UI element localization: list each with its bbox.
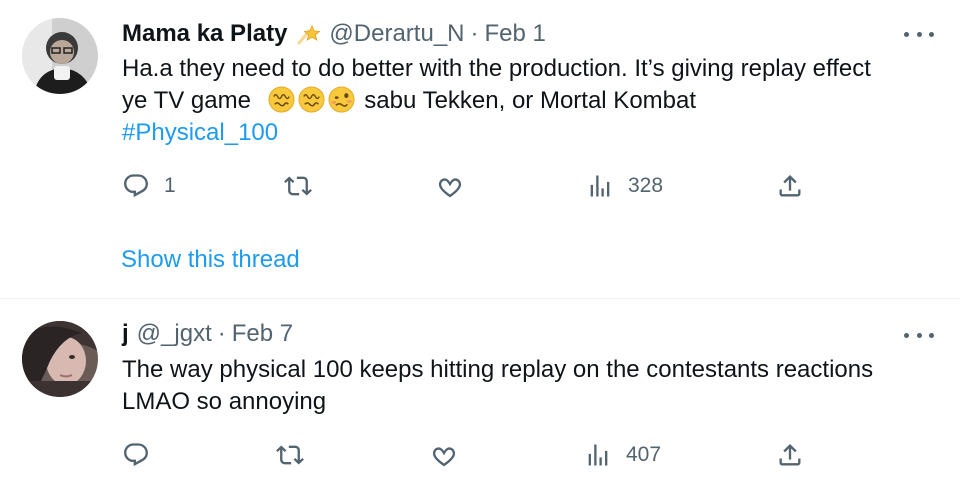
tweet-actions: 407 <box>0 441 960 471</box>
tweet-1[interactable]: Mama ka Platy @Derartu_N · Feb 1 Ha.a th… <box>0 0 960 299</box>
tweet-text: The way physical 100 keeps hitting repla… <box>122 354 942 418</box>
reply-icon <box>124 174 148 198</box>
retweet-button[interactable] <box>284 172 326 200</box>
separator-dot: · <box>470 20 479 47</box>
reply-icon <box>124 443 148 467</box>
more-dot-icon <box>904 31 909 37</box>
tweet-header: j @_jgxt · Feb 7 <box>122 319 293 349</box>
dizzy-face-emoji-icon <box>268 86 295 113</box>
avatar-photo-icon <box>22 321 98 397</box>
more-options-button[interactable] <box>904 325 934 345</box>
view-count: 328 <box>628 174 664 197</box>
tweet-actions: 1 328 <box>0 172 960 202</box>
tweet-text-line: The way physical 100 keeps hitting repla… <box>122 356 874 383</box>
tweet-date[interactable]: Feb 7 <box>232 319 293 349</box>
dizzy-face-emoji-icon <box>298 86 325 113</box>
tweet-text-line: Ha.a they need to do better with the pro… <box>122 55 871 82</box>
retweet-button[interactable] <box>276 441 318 469</box>
tweet-text-segment: ye TV game <box>122 87 251 114</box>
like-button[interactable] <box>436 172 478 200</box>
more-options-button[interactable] <box>904 24 934 44</box>
tweet-text-segment: sabu Tekken, or Mortal Kombat <box>364 87 697 114</box>
show-thread-link[interactable]: Show this thread <box>121 246 300 274</box>
like-button[interactable] <box>430 441 472 469</box>
tweet-text: Ha.a they need to do better with the pro… <box>122 53 942 149</box>
more-dot-icon <box>916 31 922 37</box>
analytics-bars-icon <box>590 175 610 197</box>
view-count: 407 <box>626 443 662 466</box>
shooting-star-emoji-icon <box>297 25 321 45</box>
separator-dot: · <box>217 320 226 347</box>
heart-icon <box>432 447 456 467</box>
tweet-text-line: LMAO so annoying <box>122 388 327 415</box>
reply-button[interactable] <box>122 441 164 469</box>
more-dot-icon <box>929 31 934 37</box>
handle[interactable]: @Derartu_N <box>329 19 464 49</box>
reply-button[interactable]: 1 <box>122 172 176 200</box>
reply-count: 1 <box>164 174 176 197</box>
avatar-photo-icon <box>22 18 98 94</box>
retweet-icon <box>276 445 304 465</box>
display-name[interactable]: Mama ka Platy <box>122 19 287 49</box>
share-button[interactable] <box>776 172 804 200</box>
more-dot-icon <box>904 332 909 338</box>
handle[interactable]: @_jgxt <box>137 319 212 349</box>
more-dot-icon <box>916 332 922 338</box>
views-button[interactable]: 328 <box>586 172 663 200</box>
analytics-bars-icon <box>588 444 608 466</box>
avatar[interactable] <box>22 321 98 397</box>
views-button[interactable]: 407 <box>584 441 661 469</box>
tweet-text-line: ye TV game sabu Tekken, or Mortal Kombat <box>122 85 942 117</box>
tweet-header: Mama ka Platy @Derartu_N · Feb 1 <box>122 19 546 49</box>
avatar[interactable] <box>22 18 98 94</box>
tweet-date[interactable]: Feb 1 <box>485 19 546 49</box>
hashtag-link[interactable]: #Physical_100 <box>122 117 942 149</box>
retweet-icon <box>284 176 312 196</box>
more-dot-icon <box>929 332 934 338</box>
tweet-2[interactable]: j @_jgxt · Feb 7 The way physical 100 ke… <box>0 299 960 490</box>
share-button[interactable] <box>776 441 804 469</box>
share-icon <box>779 444 801 466</box>
share-icon <box>779 175 801 197</box>
display-name[interactable]: j <box>122 319 129 349</box>
heart-icon <box>438 178 462 198</box>
woozy-face-emoji-icon <box>328 86 355 113</box>
